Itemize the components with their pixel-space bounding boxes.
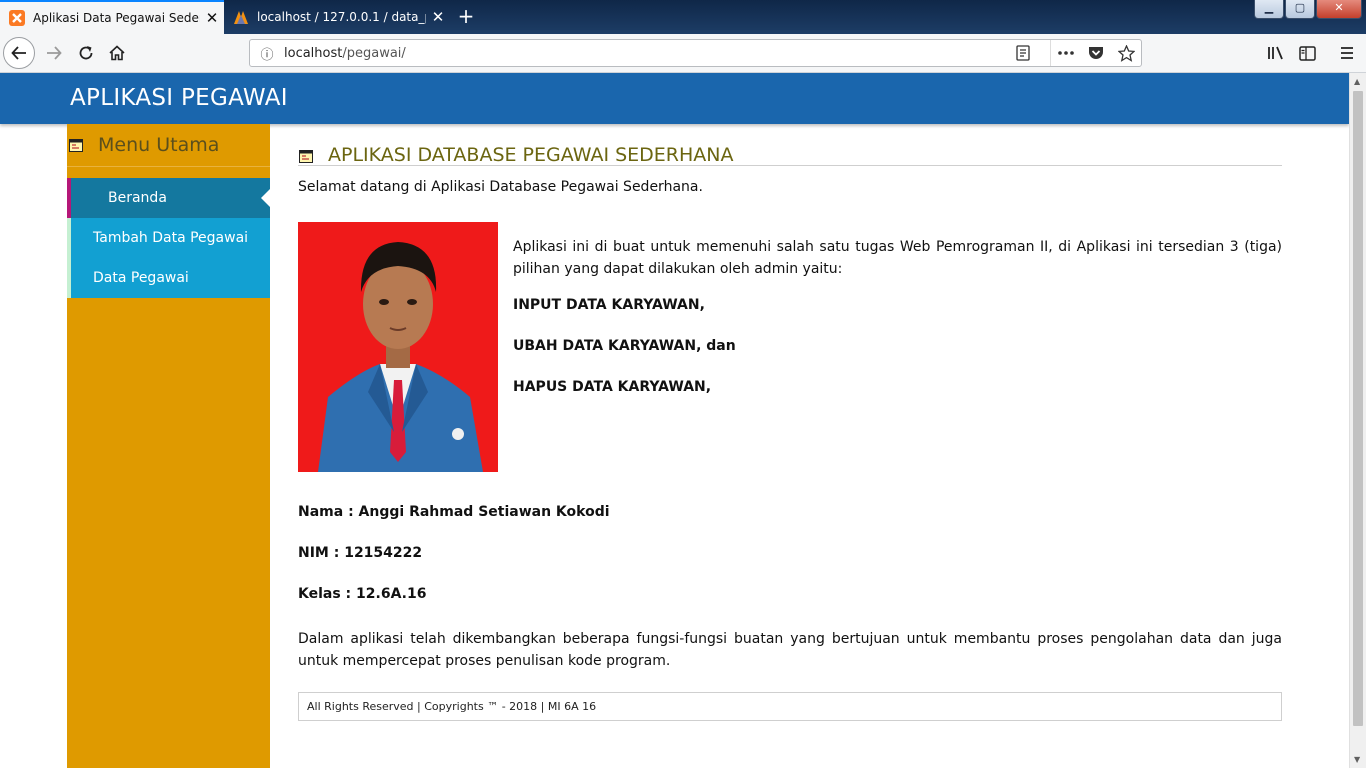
student-class: Kelas : 12.6A.16 [298,586,427,602]
library-icon [1268,46,1283,60]
window-icon [69,139,83,152]
back-arrow-icon [11,46,26,60]
phpmyadmin-icon [234,11,248,24]
vertical-scrollbar[interactable]: ▲ ▼ [1349,73,1366,768]
sidebar-toggle-button[interactable] [1291,37,1323,69]
browser-tab-bar: Aplikasi Data Pegawai Sederhana ✕ localh… [0,0,1366,34]
bookmark-star-icon[interactable] [1111,40,1141,66]
url-path: /pegawai/ [342,45,406,61]
page-title: APLIKASI DATABASE PEGAWAI SEDERHANA [298,134,1282,166]
reader-view-icon[interactable] [1008,40,1038,66]
home-button[interactable] [101,37,133,69]
close-window-button[interactable]: ✕ [1316,0,1362,19]
forward-arrow-icon [47,46,62,60]
feature-input: INPUT DATA KARYAWAN, [513,297,705,313]
site-header: APLIKASI PEGAWAI [0,73,1349,124]
sidebar-icon [1298,45,1316,61]
tab-title: localhost / 127.0.0.1 / data_pegawai [257,10,426,24]
menu-button[interactable] [1331,37,1363,69]
reload-button[interactable] [70,37,102,69]
new-tab-button[interactable]: + [454,4,478,28]
home-icon [109,45,125,61]
window-icon [299,150,313,163]
welcome-text: Selamat datang di Aplikasi Database Pega… [298,179,703,195]
student-nim: NIM : 12154222 [298,545,423,561]
site-info-icon[interactable]: ⓘ [250,44,284,63]
tab-aplikasi-data-pegawai[interactable]: Aplikasi Data Pegawai Sederhana ✕ [0,0,224,34]
sidebar-item-label: Data Pegawai [93,270,189,286]
back-button[interactable] [3,37,35,69]
description-text: Aplikasi ini di buat untuk memenuhi sala… [513,239,1282,277]
active-indicator [261,189,270,207]
url-host: localhost [284,45,343,61]
sidebar-menu: Menu Utama Beranda Tambah Data Pegawai D… [67,124,270,768]
menu-heading-label: Menu Utama [98,134,220,156]
student-name: Nama : Anggi Rahmad Setiawan Kokodi [298,504,610,520]
feature-update: UBAH DATA KARYAWAN, dan [513,338,736,354]
sidebar-item-label: Beranda [108,190,167,206]
page-title-text: APLIKASI DATABASE PEGAWAI SEDERHANA [328,144,734,166]
window-controls: ▁ ▢ ✕ [1253,0,1362,19]
site-title: APLIKASI PEGAWAI [70,85,288,111]
profile-photo [298,222,498,472]
sidebar-item-data-pegawai[interactable]: Data Pegawai [67,258,270,298]
url-text[interactable]: localhost/pegawai/ [284,46,1008,61]
minimize-button[interactable]: ▁ [1254,0,1284,19]
hamburger-menu-icon [1341,47,1353,59]
navigation-toolbar: ⓘ localhost/pegawai/ [0,34,1366,73]
close-tab-icon[interactable]: ✕ [200,9,224,27]
address-bar[interactable]: ⓘ localhost/pegawai/ [249,39,1142,67]
xampp-icon [9,10,25,26]
sidebar-item-beranda[interactable]: Beranda [67,178,270,218]
page-footer: All Rights Reserved | Copyrights ™ - 201… [298,692,1282,721]
sidebar-item-label: Tambah Data Pegawai [93,230,249,246]
forward-button[interactable] [38,37,70,69]
scroll-up-icon[interactable]: ▲ [1354,77,1360,86]
maximize-button[interactable]: ▢ [1285,0,1315,19]
page-actions-icon[interactable] [1050,40,1081,66]
tab-title: Aplikasi Data Pegawai Sederhana [33,11,200,25]
page-viewport: APLIKASI PEGAWAI Menu Utama Beranda Tamb… [0,73,1349,768]
close-tab-icon[interactable]: ✕ [426,8,450,26]
scrollbar-thumb[interactable] [1353,91,1363,726]
scroll-down-icon[interactable]: ▼ [1354,755,1360,764]
reload-icon [79,46,93,60]
library-button[interactable] [1260,37,1292,69]
menu-heading: Menu Utama [67,124,270,167]
sidebar-item-tambah-data-pegawai[interactable]: Tambah Data Pegawai [67,218,270,258]
feature-delete: HAPUS DATA KARYAWAN, [513,379,712,395]
closing-paragraph: Dalam aplikasi telah dikembangkan bebera… [298,631,1282,669]
pocket-icon[interactable] [1081,40,1111,66]
tab-phpmyadmin[interactable]: localhost / 127.0.0.1 / data_pegawai ✕ [224,0,450,34]
